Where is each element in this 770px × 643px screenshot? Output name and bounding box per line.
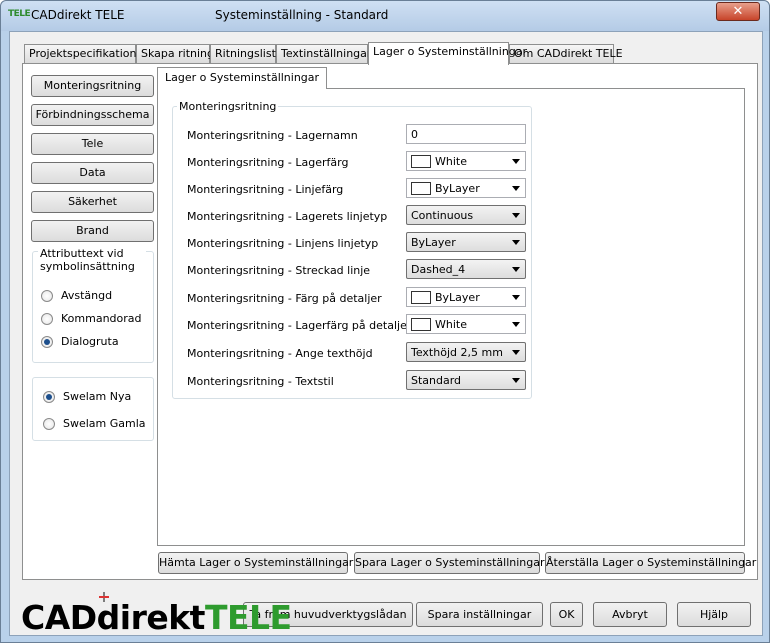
- setting-label: Monteringsritning - Lagerfärg: [187, 156, 349, 169]
- radio-circle-selected[interactable]: [41, 336, 53, 348]
- app-name: CADdirekt TELE: [31, 8, 125, 22]
- radio-circle[interactable]: [41, 290, 53, 302]
- radio-circle-selected[interactable]: [43, 391, 55, 403]
- hamta-lager-button[interactable]: Hämta Lager o Systeminställningar: [158, 552, 353, 574]
- setting-label: Monteringsritning - Lagernamn: [187, 129, 358, 142]
- dropdown-arrow-icon: [512, 295, 520, 300]
- monteringsritning-button[interactable]: Monteringsritning: [31, 75, 154, 97]
- radio-circle[interactable]: [41, 313, 53, 325]
- lagerets-linjetyp-select[interactable]: Continuous: [406, 205, 526, 225]
- dropdown-arrow-icon: [512, 213, 520, 218]
- dropdown-arrow-icon: [512, 378, 520, 383]
- swelam-group: Swelam Nya Swelam Gamla: [32, 377, 154, 441]
- tab-panel: Monteringsritning Förbindningsschema Tel…: [22, 63, 758, 580]
- lagerfarg-color-select[interactable]: White: [406, 151, 526, 171]
- field-value: 0: [411, 128, 418, 141]
- window-title: Systeminställning - Standard: [215, 8, 389, 22]
- dropdown-arrow-icon: [512, 186, 520, 191]
- settings-group-title: Monteringsritning: [177, 100, 279, 113]
- dialog-client: Projektspecifikationer Skapa ritning Rit…: [9, 31, 763, 636]
- aterstalla-lager-button[interactable]: Återställa Lager o Systeminställningar: [545, 552, 756, 574]
- lagernamn-input[interactable]: 0: [406, 124, 526, 144]
- color-swatch: [411, 182, 431, 195]
- radio-label: Swelam Gamla: [63, 417, 146, 430]
- color-swatch: [411, 318, 431, 331]
- tab-textinstallningar[interactable]: Textinställningar: [276, 44, 371, 64]
- dropdown-arrow-icon: [512, 350, 520, 355]
- setting-label: Monteringsritning - Färg på detaljer: [187, 292, 382, 305]
- field-value: ByLayer: [435, 291, 480, 304]
- tab-skapa-ritning[interactable]: Skapa ritning: [136, 44, 214, 64]
- field-value: ByLayer: [411, 236, 456, 249]
- radio-circle[interactable]: [43, 418, 55, 430]
- close-icon: ✕: [732, 4, 744, 19]
- ok-button[interactable]: OK: [550, 602, 583, 627]
- textstil-select[interactable]: Standard: [406, 370, 526, 390]
- help-button[interactable]: Hjälp: [677, 602, 751, 627]
- setting-label: Monteringsritning - Lagerets linjetyp: [187, 210, 388, 223]
- caddirekt-tele-logo: CADdirektTELE: [21, 598, 292, 637]
- cancel-button[interactable]: Avbryt: [593, 602, 667, 627]
- setting-label: Monteringsritning - Lagerfärg på detalje…: [187, 319, 412, 332]
- color-swatch: [411, 155, 431, 168]
- radio-label: Swelam Nya: [63, 390, 132, 403]
- linjens-linjetyp-select[interactable]: ByLayer: [406, 232, 526, 252]
- logo-text-tele: TELE: [204, 598, 292, 637]
- attributtext-group-title: Attributtext vid symbolinsättning: [38, 247, 146, 273]
- field-value: Standard: [411, 374, 462, 387]
- field-value: White: [435, 155, 467, 168]
- inner-tab-lager[interactable]: Lager o Systeminställningar: [157, 67, 328, 89]
- dropdown-arrow-icon: [512, 240, 520, 245]
- radio-label: Dialogruta: [61, 335, 119, 348]
- setting-label: Monteringsritning - Textstil: [187, 375, 334, 388]
- color-swatch: [411, 291, 431, 304]
- app-icon: TELE: [8, 9, 31, 19]
- setting-label: Monteringsritning - Linjefärg: [187, 183, 344, 196]
- field-value: Texthöjd 2,5 mm: [411, 346, 503, 359]
- tab-ritningslista[interactable]: Ritningslista: [210, 44, 283, 64]
- data-button[interactable]: Data: [31, 162, 154, 184]
- setting-label: Monteringsritning - Ange texthöjd: [187, 347, 373, 360]
- lagerfarg-pa-detaljer-color-select[interactable]: White: [406, 314, 526, 334]
- attributtext-group: Attributtext vid symbolinsättning Avstän…: [32, 247, 154, 363]
- spara-lager-button[interactable]: Spara Lager o Systeminställningar: [354, 552, 545, 574]
- monteringsritning-settings-group: Monteringsritning Monteringsritning - La…: [172, 100, 532, 399]
- forbindningsschema-button[interactable]: Förbindningsschema: [31, 104, 154, 126]
- title-bar[interactable]: TELE CADdirekt TELE Systeminställning - …: [1, 1, 769, 31]
- dropdown-arrow-icon: [512, 159, 520, 164]
- linjefarg-color-select[interactable]: ByLayer: [406, 178, 526, 198]
- close-button[interactable]: ✕: [716, 2, 760, 21]
- tab-lager-o-systeminstallningar[interactable]: Lager o Systeminställningar: [368, 42, 527, 65]
- field-value: Dashed_4: [411, 263, 466, 276]
- main-window: TELE CADdirekt TELE Systeminställning - …: [0, 0, 770, 643]
- inner-panel: Monteringsritning Monteringsritning - La…: [157, 88, 745, 546]
- dropdown-arrow-icon: [512, 267, 520, 272]
- sakerhet-button[interactable]: Säkerhet: [31, 191, 154, 213]
- save-settings-button[interactable]: Spara inställningar: [416, 602, 543, 627]
- setting-label: Monteringsritning - Streckad linje: [187, 264, 371, 277]
- streckad-linje-select[interactable]: Dashed_4: [406, 259, 526, 279]
- dropdown-arrow-icon: [512, 322, 520, 327]
- field-value: Continuous: [411, 209, 474, 222]
- brand-button[interactable]: Brand: [31, 220, 154, 242]
- tele-button[interactable]: Tele: [31, 133, 154, 155]
- tab-projektspecifikationer[interactable]: Projektspecifikationer: [24, 44, 148, 64]
- logo-text-cad: CADdirekt: [21, 598, 205, 637]
- radio-label: Avstängd: [61, 289, 113, 302]
- field-value: White: [435, 318, 467, 331]
- field-value: ByLayer: [435, 182, 480, 195]
- radio-label: Kommandorad: [61, 312, 142, 325]
- setting-label: Monteringsritning - Linjens linjetyp: [187, 237, 379, 250]
- texthojd-select[interactable]: Texthöjd 2,5 mm: [406, 342, 526, 362]
- farg-pa-detaljer-color-select[interactable]: ByLayer: [406, 287, 526, 307]
